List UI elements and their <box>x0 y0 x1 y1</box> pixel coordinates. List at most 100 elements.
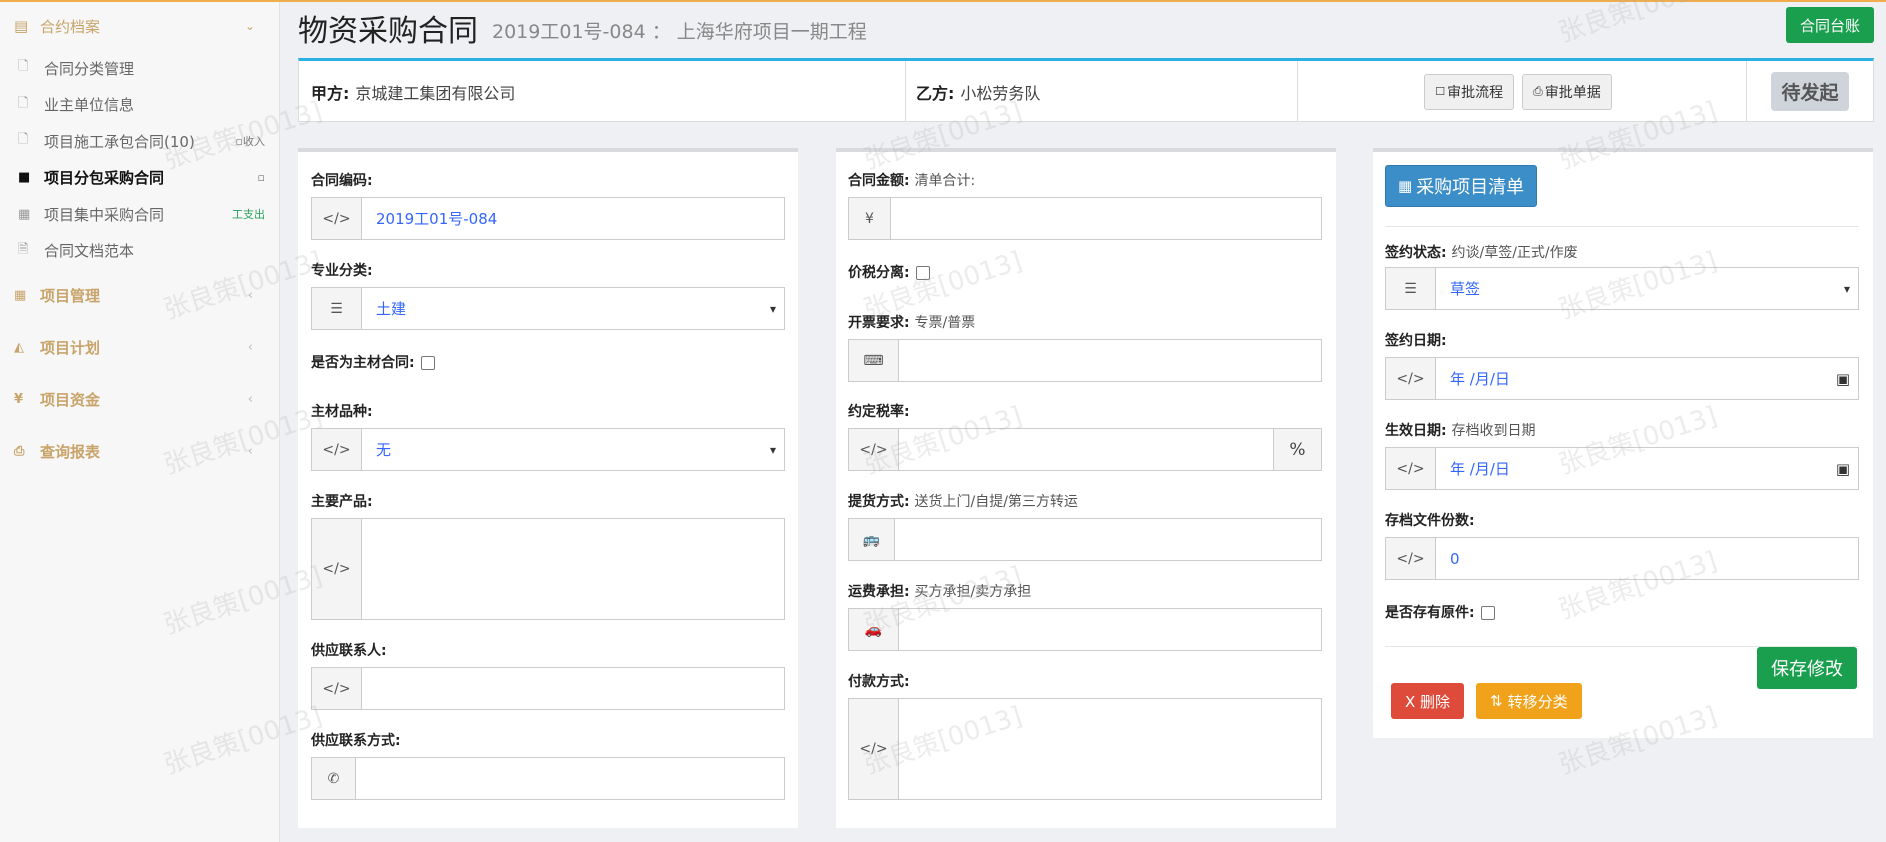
supplier-contact-label: 供应联系人: <box>311 643 387 659</box>
delivery-input[interactable] <box>895 519 1321 560</box>
basic-info-panel: 合同编码: </> 2019工01号-084 专业分类: ☰ 土建 ▾ 是否为主材… <box>298 148 798 828</box>
amount-field[interactable]: ¥ <box>848 197 1322 240</box>
sign-status-select[interactable]: 草签 ▾ <box>1436 268 1858 309</box>
is-main-material-row: 是否为主材合同: <box>311 352 435 372</box>
sidebar-item-owner-info[interactable]: 🗋 业主单位信息 <box>0 87 279 124</box>
amount-input[interactable] <box>891 198 1321 239</box>
freight-field[interactable]: 🚗 <box>848 608 1322 651</box>
sidebar-item-central-procurement[interactable]: ▦ 项目集中采购合同 工支出 <box>0 196 279 233</box>
approval-doc-button[interactable]: ⎙ 审批单据 <box>1522 73 1612 110</box>
save-button[interactable]: 保存修改 <box>1757 647 1857 689</box>
phone-icon: ✆ <box>312 758 356 799</box>
chevron-left-icon: ‹ <box>247 443 253 459</box>
main-product-field[interactable]: </> <box>311 518 785 620</box>
has-original-checkbox[interactable] <box>1480 606 1495 620</box>
sign-date-input[interactable]: 年 /月/日 ▣ <box>1436 358 1858 399</box>
archive-copies-field[interactable]: </> 0 <box>1385 537 1859 580</box>
contract-no-input[interactable]: 2019工01号-084 <box>362 198 784 239</box>
sidebar-group-project-management[interactable]: ▦ 项目管理 ‹ <box>0 269 279 321</box>
contract-no-field[interactable]: </> 2019工01号-084 <box>311 197 785 240</box>
print-icon: ⎙ <box>14 443 25 459</box>
amount-label-row: 合同金额: 清单合计: <box>848 170 975 190</box>
calendar-icon[interactable]: ▣ <box>1836 370 1850 388</box>
sidebar-group-query-reports[interactable]: ⎙ 查询报表 ‹ <box>0 425 279 477</box>
procurement-list-label: 采购项目清单 <box>1416 177 1525 198</box>
page-subtitle: 2019工01号-084 ： 上海华府项目一期工程 <box>492 21 867 43</box>
chevron-left-icon: ‹ <box>247 391 253 407</box>
supplier-phone-field[interactable]: ✆ <box>311 757 785 800</box>
yen-prefix: ¥ <box>849 198 891 239</box>
supplier-phone-label: 供应联系方式: <box>311 733 401 749</box>
supplier-contact-input[interactable] <box>362 668 784 709</box>
specialty-value: 土建 <box>376 300 407 318</box>
main-material-value: 无 <box>376 441 392 459</box>
amount-label: 合同金额: <box>848 173 910 189</box>
main-material-label: 主材品种: <box>311 404 373 420</box>
effective-date-label: 生效日期: <box>1385 423 1447 439</box>
chevron-down-icon: ▾ <box>1843 281 1850 296</box>
main-product-textarea[interactable] <box>362 519 784 619</box>
sidebar-item-label: 业主单位信息 <box>44 96 135 115</box>
has-original-label: 是否存有原件: <box>1385 605 1475 621</box>
calendar-icon[interactable]: ▣ <box>1836 460 1850 478</box>
freight-label-row: 运费承担: 买方承担/卖方承担 <box>848 581 1031 601</box>
sidebar-section-contract-archive[interactable]: ▤ 合约档案 ⌄ <box>0 2 279 50</box>
tax-rate-input[interactable] <box>899 429 1273 470</box>
income-tag: ▫收入 <box>235 135 265 149</box>
tax-separate-checkbox[interactable] <box>915 266 930 280</box>
sidebar-item-subcontract-procurement[interactable]: ■ 项目分包采购合同 ▫ <box>0 160 279 197</box>
payment-textarea[interactable] <box>899 699 1321 799</box>
contract-no-label: 合同编码: <box>311 173 373 189</box>
effective-date-label-row: 生效日期: 存档收到日期 <box>1385 420 1535 440</box>
sidebar-group-project-plan[interactable]: ◭ 项目计划 ‹ <box>0 321 279 373</box>
sign-status-value: 草签 <box>1450 280 1481 298</box>
sign-status-label: 签约状态: <box>1385 245 1447 261</box>
supplier-phone-input[interactable] <box>356 758 784 799</box>
delivery-field[interactable]: 🚌 <box>848 518 1322 561</box>
signing-panel: ▦ 采购项目清单 签约状态: 约谈/草签/正式/作废 ☰ 草签 ▾ 签约日期: <… <box>1373 148 1873 738</box>
freight-input[interactable] <box>899 609 1321 650</box>
tax-rate-field[interactable]: </> % <box>848 428 1322 471</box>
supplier-contact-field[interactable]: </> <box>311 667 785 710</box>
move-category-label: 转移分类 <box>1507 692 1568 711</box>
approval-flow-button[interactable]: ☐ 审批流程 <box>1424 73 1515 110</box>
effective-date-field[interactable]: </> 年 /月/日 ▣ <box>1385 447 1859 490</box>
archive-copies-input[interactable]: 0 <box>1436 538 1858 579</box>
sidebar-item-contract-templates[interactable]: 🗎 合同文档范本 <box>0 233 279 270</box>
delivery-hint: 送货上门/自提/第三方转运 <box>914 494 1078 510</box>
invoice-input[interactable] <box>899 340 1321 381</box>
party-b-value: 小松劳务队 <box>960 83 1041 103</box>
sidebar-item-label: 项目集中采购合同 <box>44 205 165 224</box>
tax-separate-row: 价税分离: <box>848 262 930 282</box>
main-material-select-group[interactable]: </> 无 ▾ <box>311 428 785 471</box>
sign-date-field[interactable]: </> 年 /月/日 ▣ <box>1385 357 1859 400</box>
archive-copies-label: 存档文件份数: <box>1385 513 1475 529</box>
sidebar-item-construction-contract[interactable]: 🗋 项目施工承包合同(10) ▫收入 <box>0 123 279 160</box>
procurement-list-button[interactable]: ▦ 采购项目清单 <box>1385 165 1538 207</box>
watermark: 张良策[0013] <box>1555 0 1721 49</box>
party-b-cell: 乙方: 小松劳务队 <box>906 61 1298 122</box>
amount-hint: 清单合计: <box>914 173 976 189</box>
move-category-button[interactable]: ⇅ 转移分类 <box>1476 683 1582 719</box>
effective-date-hint: 存档收到日期 <box>1451 423 1536 439</box>
invoice-field[interactable]: ⌨ <box>848 339 1322 382</box>
word-file-icon: 🗎 <box>18 241 29 257</box>
effective-date-input[interactable]: 年 /月/日 ▣ <box>1436 448 1858 489</box>
briefcase-icon: ■ <box>18 170 31 186</box>
list-icon: ☰ <box>1386 268 1436 309</box>
specialty-select-group[interactable]: ☰ 土建 ▾ <box>311 287 785 330</box>
print-icon: ⎙ <box>1533 84 1543 98</box>
payment-field[interactable]: </> <box>848 698 1322 800</box>
contract-ledger-button[interactable]: 合同台账 <box>1786 7 1874 43</box>
sidebar-item-label: 项目施工承包合同(10) <box>44 132 195 151</box>
file-icon: 🗋 <box>18 95 29 111</box>
specialty-select[interactable]: 土建 ▾ <box>362 288 784 329</box>
main-material-select[interactable]: 无 ▾ <box>362 429 784 470</box>
delete-button[interactable]: X 删除 <box>1391 683 1465 719</box>
sidebar-group-project-funds[interactable]: ¥ 项目资金 ‹ <box>0 373 279 425</box>
approval-doc-label: 审批单据 <box>1544 84 1601 101</box>
is-main-material-checkbox[interactable] <box>420 356 435 370</box>
sidebar: ▤ 合约档案 ⌄ 🗋 合同分类管理 🗋 业主单位信息 🗋 项目施工承包合同(10… <box>0 2 280 842</box>
sign-status-select-group[interactable]: ☰ 草签 ▾ <box>1385 267 1859 310</box>
sidebar-item-category-management[interactable]: 🗋 合同分类管理 <box>0 50 279 87</box>
